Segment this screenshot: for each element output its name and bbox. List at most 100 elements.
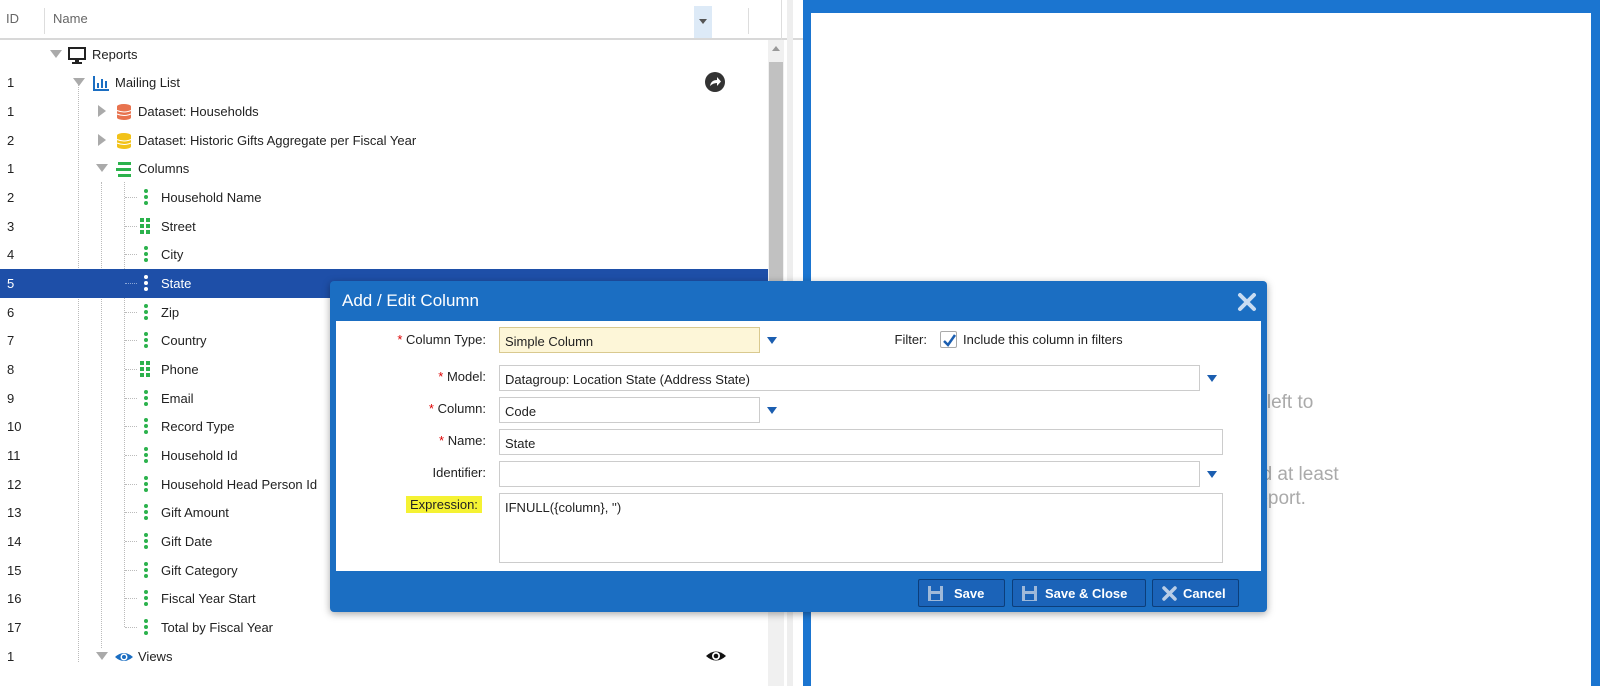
view-eye-icon[interactable]	[705, 648, 727, 664]
tree-row-label: Gift Category	[161, 563, 238, 578]
column-menu-button[interactable]	[694, 6, 712, 38]
filter-checkbox-label[interactable]: Include this column in filters	[963, 332, 1123, 347]
tree-guide-line	[125, 426, 137, 427]
identifier-select[interactable]	[499, 461, 1200, 487]
column-type-select[interactable]: Simple Column	[499, 327, 760, 353]
database-icon	[116, 104, 132, 120]
chevron-down-icon[interactable]	[1207, 375, 1217, 382]
model-label-text: Model:	[446, 369, 486, 384]
tree-row-label: Record Type	[161, 419, 235, 434]
tree-row-label: Household Head Person Id	[161, 477, 318, 492]
row-id: 15	[7, 563, 22, 578]
column-field-icon	[144, 275, 148, 293]
add-edit-column-dialog: Add / Edit Column * Column Type: Simple …	[330, 281, 1267, 612]
column-field-icon	[144, 590, 148, 608]
row-id: 1	[7, 161, 15, 176]
tree-guide-line	[125, 226, 137, 227]
chevron-down-icon[interactable]	[1207, 471, 1217, 478]
tree-guide-line	[125, 455, 137, 456]
tree-row-columns[interactable]: 1 Columns	[0, 154, 783, 183]
tree-row-column-item[interactable]: 3 Street	[0, 212, 783, 241]
save-button[interactable]: Save	[918, 579, 1005, 607]
collapse-icon[interactable]	[96, 652, 108, 660]
column-divider[interactable]	[748, 8, 749, 34]
column-select[interactable]: Code	[499, 397, 760, 423]
cancel-button-label: Cancel	[1183, 586, 1226, 601]
expand-icon[interactable]	[98, 134, 106, 146]
row-id: 2	[7, 133, 15, 148]
column-field-icon	[144, 504, 148, 522]
collapse-icon[interactable]	[96, 164, 108, 172]
column-field-icon	[144, 476, 148, 494]
tree-row-reports[interactable]: Reports	[0, 40, 783, 69]
column-header-name[interactable]: Name	[53, 0, 88, 38]
collapse-icon[interactable]	[50, 50, 62, 58]
tree-row-label: Household Name	[161, 190, 262, 205]
collapse-icon[interactable]	[73, 78, 85, 86]
tree-row-label: Zip	[161, 305, 180, 320]
monitor-icon	[68, 47, 86, 64]
tree-row-label: Country	[161, 333, 207, 348]
tree-row-column-item[interactable]: 2 Household Name	[0, 183, 783, 212]
row-id: 1	[7, 104, 15, 119]
row-id: 12	[7, 477, 22, 492]
tree-row-views[interactable]: 1 Views	[0, 642, 783, 671]
column-field-icon	[144, 562, 148, 580]
chevron-down-icon[interactable]	[767, 407, 777, 414]
chevron-down-icon[interactable]	[767, 337, 777, 344]
column-label: * Column:	[376, 401, 486, 416]
column-field-icon	[144, 332, 148, 350]
expression-textarea[interactable]: IFNULL({column}, '')	[499, 493, 1223, 563]
tree-guide-line	[125, 312, 137, 313]
tree-row-dataset-households[interactable]: 1 Dataset: Households	[0, 97, 783, 126]
save-and-close-button[interactable]: Save & Close	[1012, 579, 1146, 607]
dialog-title: Add / Edit Column	[342, 291, 480, 310]
row-id: 17	[7, 620, 22, 635]
row-id: 10	[7, 419, 22, 434]
expression-label: Expression:	[406, 496, 482, 513]
row-id: 2	[7, 190, 15, 205]
redirect-arrow-icon[interactable]	[705, 72, 725, 92]
expand-icon[interactable]	[98, 105, 106, 117]
required-marker: *	[438, 369, 444, 384]
tree-guide-line	[125, 340, 137, 341]
database-icon	[116, 133, 132, 149]
model-select[interactable]: Datagroup: Location State (Address State…	[499, 365, 1200, 391]
checkmark-icon	[943, 334, 957, 347]
column-divider[interactable]	[44, 8, 45, 34]
tree-row-label: Views	[138, 649, 173, 664]
close-icon[interactable]	[1237, 292, 1257, 312]
cancel-button[interactable]: Cancel	[1152, 579, 1239, 607]
tree-row-label: Columns	[138, 161, 190, 176]
tree-row-label: State	[161, 276, 192, 291]
column-field-icon	[144, 619, 148, 637]
column-header-id[interactable]: ID	[6, 0, 19, 38]
filter-checkbox[interactable]	[940, 331, 957, 348]
floppy-disk-icon	[1022, 586, 1037, 601]
column-divider	[781, 0, 782, 40]
tree-row-label: Email	[161, 391, 194, 406]
column-type-label-text: Column Type:	[406, 332, 486, 347]
tree-row-dataset-historic-gifts[interactable]: 2 Dataset: Historic Gifts Aggregate per …	[0, 126, 783, 155]
scrollbar-thumb[interactable]	[769, 62, 783, 302]
tree-row-column-item[interactable]: 4 City	[0, 240, 783, 269]
column-field-icon	[144, 447, 148, 465]
bar-chart-icon	[93, 76, 109, 91]
grouped-field-icon	[140, 361, 152, 377]
row-id: 3	[7, 219, 15, 234]
row-id: 9	[7, 391, 15, 406]
tree-guide-line	[125, 541, 137, 542]
close-icon	[1162, 586, 1177, 601]
name-input[interactable]: State	[499, 429, 1223, 455]
scroll-up-icon[interactable]	[772, 46, 780, 51]
dialog-body: * Column Type: Simple Column Filter: Inc…	[336, 321, 1261, 571]
tree-row-column-item[interactable]: 17 Total by Fiscal Year	[0, 613, 783, 642]
column-type-label: * Column Type:	[376, 332, 486, 347]
save-button-label: Save	[954, 586, 985, 601]
row-id: 13	[7, 505, 22, 520]
column-field-icon	[144, 304, 148, 322]
list-icon	[116, 162, 131, 177]
model-label: * Model:	[376, 369, 486, 384]
tree-row-mailing-list[interactable]: 1 Mailing List	[0, 68, 783, 97]
eye-icon	[115, 653, 133, 661]
